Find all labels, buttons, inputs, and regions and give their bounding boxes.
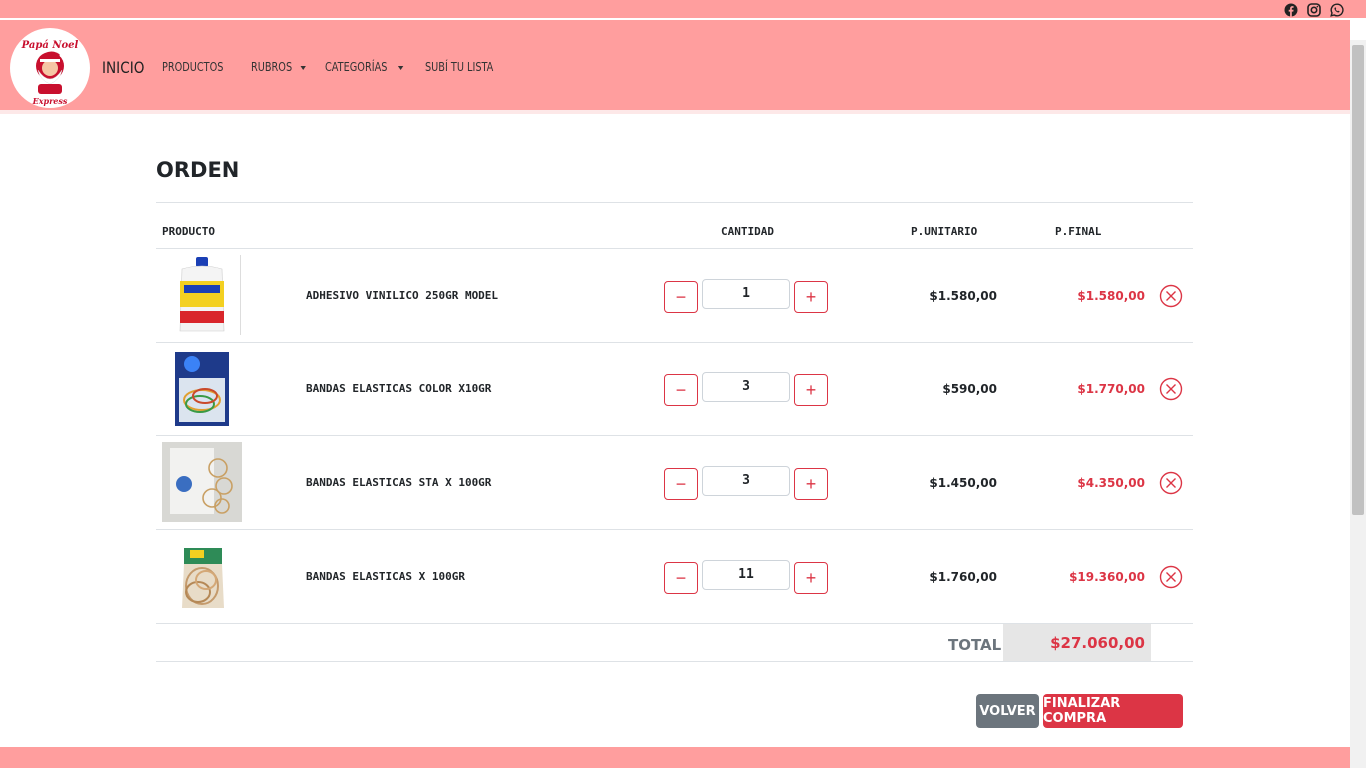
instagram-icon[interactable] <box>1306 2 1321 17</box>
remove-item-icon[interactable] <box>1159 284 1183 308</box>
checkout-button[interactable]: FINALIZAR COMPRA <box>1043 694 1183 728</box>
total-value: $27.060,00 <box>1050 634 1145 652</box>
unit-price: $590,00 <box>942 382 997 396</box>
divider <box>156 661 1193 662</box>
scrollbar-thumb[interactable] <box>1352 45 1364 515</box>
product-image[interactable] <box>162 442 242 522</box>
final-price: $19.360,00 <box>1069 570 1145 584</box>
product-name: ADHESIVO VINILICO 250GR MODEL <box>306 289 499 302</box>
product-image[interactable] <box>162 348 242 428</box>
total-box: $27.060,00 <box>1003 624 1151 661</box>
decrease-quantity-button[interactable]: − <box>664 562 698 594</box>
header-p-unitario: P.UNITARIO <box>911 225 978 238</box>
quantity-input[interactable]: 11 <box>702 560 790 590</box>
header-cantidad: CANTIDAD <box>721 225 774 238</box>
product-image[interactable] <box>162 255 242 335</box>
product-name: BANDAS ELASTICAS COLOR X10GR <box>306 382 492 395</box>
remove-item-icon[interactable] <box>1159 565 1183 589</box>
scrollbar[interactable] <box>1350 40 1366 768</box>
caret-down-icon <box>397 65 403 70</box>
increase-quantity-button[interactable]: + <box>794 468 828 500</box>
quantity-input[interactable]: 3 <box>702 372 790 402</box>
table-row: BANDAS ELASTICAS X 100GR − 11 + $1.760,0… <box>156 530 1193 624</box>
nav-subi-tu-lista[interactable]: SUBÍ TU LISTA <box>425 60 501 74</box>
unit-price: $1.760,00 <box>929 570 997 584</box>
increase-quantity-button[interactable]: + <box>794 562 828 594</box>
unit-price: $1.450,00 <box>929 476 997 490</box>
whatsapp-icon[interactable] <box>1329 2 1344 17</box>
nav-links: PRODUCTOS RUBROS CATEGORÍAS SUBÍ TU LIST… <box>162 60 509 74</box>
unit-price: $1.580,00 <box>929 289 997 303</box>
table-row: BANDAS ELASTICAS COLOR X10GR − 3 + $590,… <box>156 342 1193 436</box>
nav-rubros-dropdown[interactable]: RUBROS <box>251 60 306 74</box>
svg-text:Express: Express <box>32 96 68 106</box>
top-bar <box>0 0 1366 19</box>
svg-text:Papá Noel: Papá Noel <box>21 40 79 51</box>
quantity-input[interactable]: 1 <box>702 279 790 309</box>
table-row: ADHESIVO VINILICO 250GR MODEL − 1 + $1.5… <box>156 249 1193 343</box>
quantity-input[interactable]: 3 <box>702 466 790 496</box>
nav-home-link[interactable]: INICIO <box>102 58 144 77</box>
caret-down-icon <box>300 65 306 70</box>
page-title: ORDEN <box>156 158 240 182</box>
final-price: $1.770,00 <box>1077 382 1145 396</box>
nav-productos[interactable]: PRODUCTOS <box>162 60 230 74</box>
nav-categorias-label: CATEGORÍAS <box>324 60 387 74</box>
nav-productos-label: PRODUCTOS <box>162 60 224 74</box>
footer <box>0 747 1350 768</box>
header-p-final: P.FINAL <box>1055 225 1102 238</box>
increase-quantity-button[interactable]: + <box>794 281 828 313</box>
divider <box>156 202 1193 203</box>
product-name: BANDAS ELASTICAS STA X 100GR <box>306 476 492 489</box>
decrease-quantity-button[interactable]: − <box>664 468 698 500</box>
remove-item-icon[interactable] <box>1159 471 1183 495</box>
header-producto: PRODUCTO <box>162 225 215 238</box>
nav-rubros-label: RUBROS <box>250 60 292 74</box>
total-label: TOTAL <box>948 636 1002 654</box>
navbar: Papá Noel Express INICIO PRODUCTOS RUBRO… <box>0 20 1350 114</box>
table-row: BANDAS ELASTICAS STA X 100GR − 3 + $1.45… <box>156 436 1193 530</box>
increase-quantity-button[interactable]: + <box>794 374 828 406</box>
product-image[interactable] <box>162 536 242 616</box>
final-price: $1.580,00 <box>1077 289 1145 303</box>
product-name: BANDAS ELASTICAS X 100GR <box>306 570 465 583</box>
nav-subi-label: SUBÍ TU LISTA <box>424 60 493 74</box>
decrease-quantity-button[interactable]: − <box>664 374 698 406</box>
papa-noel-express-logo[interactable]: Papá Noel Express <box>10 28 90 108</box>
social-links <box>1283 2 1344 18</box>
remove-item-icon[interactable] <box>1159 377 1183 401</box>
nav-categorias-dropdown[interactable]: CATEGORÍAS <box>325 60 403 74</box>
back-button[interactable]: VOLVER <box>976 694 1039 728</box>
final-price: $4.350,00 <box>1077 476 1145 490</box>
decrease-quantity-button[interactable]: − <box>664 281 698 313</box>
facebook-icon[interactable] <box>1283 2 1298 17</box>
